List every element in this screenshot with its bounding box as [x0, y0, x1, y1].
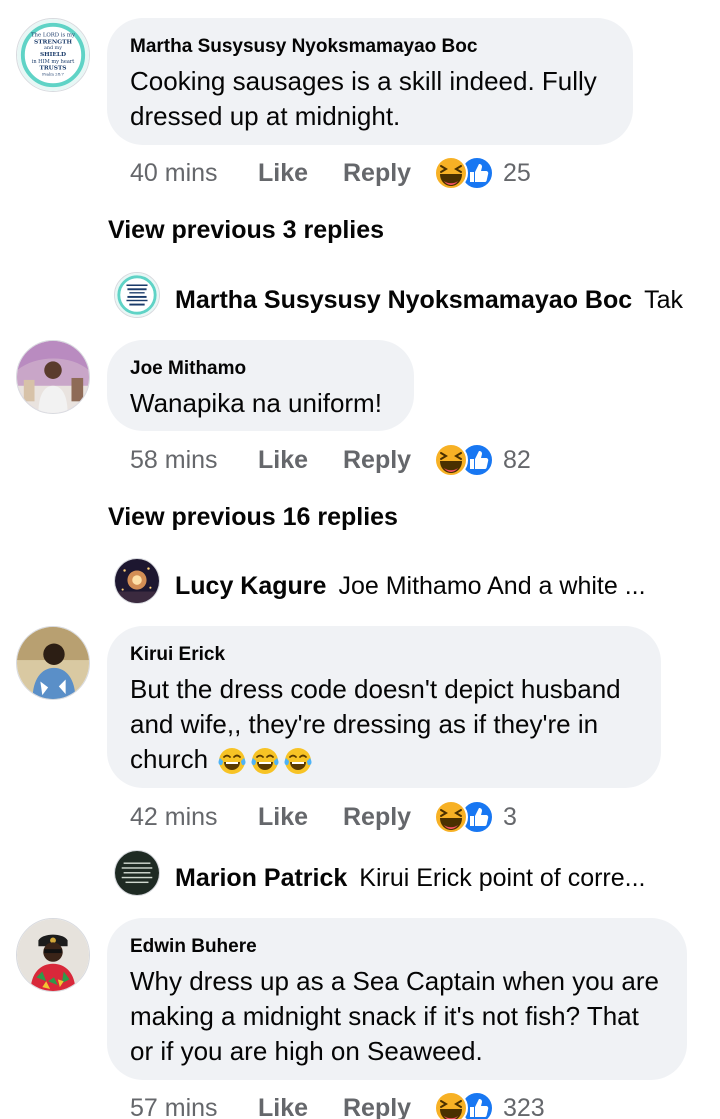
reaction-count: 82 [503, 445, 531, 474]
svg-text:in HIM my heart: in HIM my heart [32, 59, 75, 65]
comment-bubble[interactable]: Joe Mithamo Wanapika na uniform! [107, 340, 414, 431]
reply-preview[interactable]: Martha Susysusy Nyoksmamayao Boc Tak [175, 283, 720, 317]
haha-icon [434, 443, 468, 477]
comment-actions: 57 mins Like Reply 323 [130, 1088, 545, 1119]
avatar-lucy-kagure[interactable] [114, 558, 160, 604]
like-button[interactable]: Like [258, 446, 343, 475]
reply-text: Tak [644, 286, 684, 314]
reaction-summary[interactable]: 3 [433, 799, 517, 835]
comment-text: But the dress code doesn't depict husban… [130, 672, 637, 777]
comment-author[interactable]: Edwin Buhere [130, 936, 663, 958]
reply-preview[interactable]: Lucy Kagure Joe Mithamo And a white ... [175, 569, 720, 603]
reaction-count: 323 [503, 1093, 545, 1119]
reply-button[interactable]: Reply [343, 159, 431, 188]
comment-actions: 40 mins Like Reply 25 [130, 153, 531, 193]
comment-author[interactable]: Kirui Erick [130, 644, 637, 666]
comment-author[interactable]: Martha Susysusy Nyoksmamayao Boc [130, 36, 609, 58]
avatar-reply-martha[interactable] [114, 272, 160, 318]
comment-text: Why dress up as a Sea Captain when you a… [130, 966, 659, 1066]
reply-text: Joe Mithamo And a white ... [338, 572, 646, 600]
like-button[interactable]: Like [258, 1094, 343, 1119]
comment-bubble[interactable]: Martha Susysusy Nyoksmamayao Boc Cooking… [107, 18, 633, 145]
avatar-kirui-erick[interactable] [16, 626, 90, 700]
reaction-count: 3 [503, 802, 517, 831]
svg-text:and my: and my [44, 45, 62, 51]
haha-icon [434, 1091, 468, 1119]
haha-icon [434, 800, 468, 834]
reply-button[interactable]: Reply [343, 446, 431, 475]
reply-author[interactable]: Lucy Kagure [175, 572, 326, 600]
comment-text: Cooking sausages is a skill indeed. Full… [130, 66, 597, 131]
like-button[interactable]: Like [258, 803, 343, 832]
avatar-edwin-buhere[interactable] [16, 918, 90, 992]
reaction-count: 25 [503, 158, 531, 187]
view-previous-replies-link[interactable]: View previous 3 replies [108, 216, 384, 245]
comment-author[interactable]: Joe Mithamo [130, 358, 390, 380]
reaction-summary[interactable]: 25 [433, 155, 531, 191]
comment-bubble[interactable]: Kirui Erick But the dress code doesn't d… [107, 626, 661, 788]
reply-author[interactable]: Martha Susysusy Nyoksmamayao Boc [175, 286, 632, 314]
tears-of-joy-icon [218, 748, 246, 775]
avatar-joe-mithamo[interactable] [16, 340, 90, 414]
svg-text:Psalm 28:7: Psalm 28:7 [42, 71, 64, 76]
view-previous-replies-link[interactable]: View previous 16 replies [108, 503, 398, 532]
comment-timestamp[interactable]: 40 mins [130, 159, 258, 188]
avatar-martha[interactable]: The LORD is my STRENGTH and my SHIELD in… [16, 18, 90, 92]
avatar-marion-patrick[interactable] [114, 850, 160, 896]
comment-actions: 42 mins Like Reply 3 [130, 797, 517, 837]
like-button[interactable]: Like [258, 159, 343, 188]
reply-button[interactable]: Reply [343, 803, 431, 832]
reaction-summary[interactable]: 82 [433, 442, 531, 478]
reply-preview[interactable]: Marion Patrick Kirui Erick point of corre… [175, 861, 720, 895]
comment-timestamp[interactable]: 42 mins [130, 803, 258, 832]
comment-bubble[interactable]: Edwin Buhere Why dress up as a Sea Capta… [107, 918, 687, 1080]
emoji-group [217, 746, 313, 776]
comment-actions: 58 mins Like Reply 82 [130, 440, 531, 480]
tears-of-joy-icon [251, 748, 279, 775]
haha-icon [434, 156, 468, 190]
comment-text-body: But the dress code doesn't depict husban… [130, 674, 621, 774]
comment-timestamp[interactable]: 58 mins [130, 446, 258, 475]
comment-timestamp[interactable]: 57 mins [130, 1094, 258, 1119]
svg-text:SHIELD: SHIELD [40, 52, 66, 58]
reaction-summary[interactable]: 323 [433, 1090, 545, 1119]
reply-author[interactable]: Marion Patrick [175, 864, 347, 892]
reply-text: Kirui Erick point of corre... [359, 864, 646, 892]
svg-text:The LORD is my: The LORD is my [31, 33, 75, 39]
comment-text: Wanapika na uniform! [130, 388, 382, 418]
reply-button[interactable]: Reply [343, 1094, 431, 1119]
tears-of-joy-icon [284, 748, 312, 775]
